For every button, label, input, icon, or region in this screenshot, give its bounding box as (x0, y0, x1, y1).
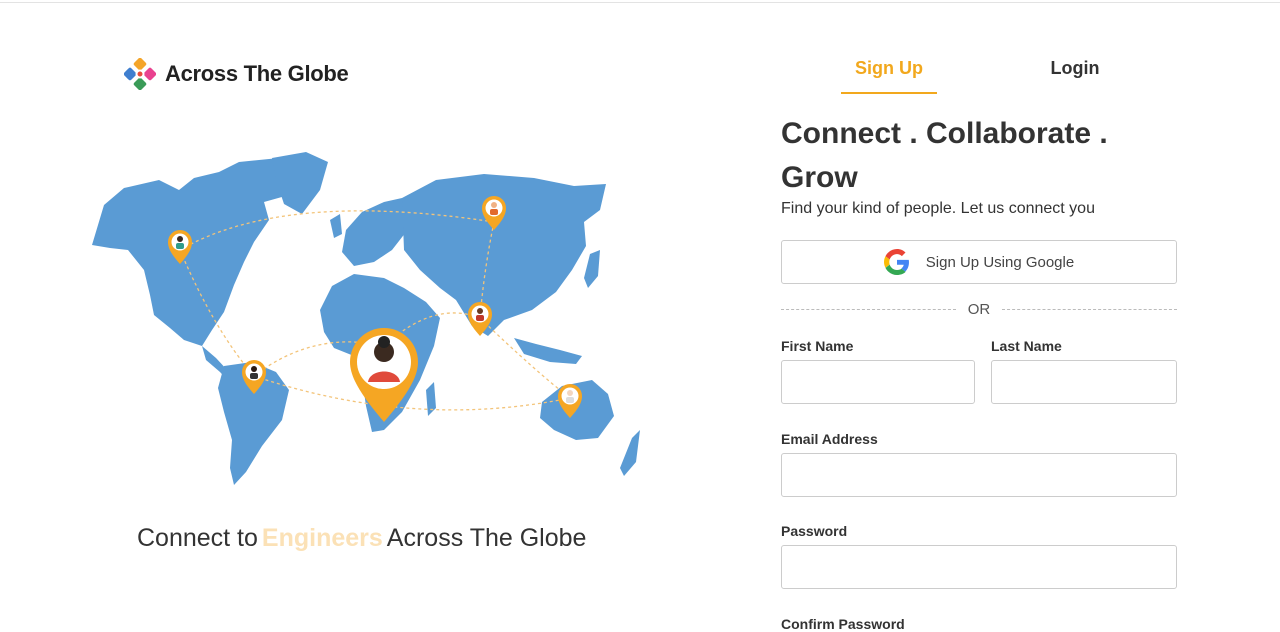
google-signup-label: Sign Up Using Google (925, 253, 1075, 271)
auth-tabs: Sign Up Login (781, 52, 1177, 94)
first-name-label: First Name (781, 338, 854, 354)
last-name-label: Last Name (991, 338, 1062, 354)
last-name-field[interactable] (991, 360, 1177, 404)
or-line-left (781, 308, 956, 310)
brand-name: Across The Globe (165, 61, 349, 86)
tagline-prefix: Connect to (137, 524, 258, 552)
email-label: Email Address (781, 431, 878, 447)
password-field[interactable] (781, 545, 1177, 589)
or-divider: OR (781, 298, 1177, 320)
tagline-suffix: Across The Globe (386, 524, 587, 552)
page-title: Connect . Collaborate . Grow (781, 117, 1108, 194)
world-map-illustration (92, 152, 640, 485)
tab-sign-up[interactable]: Sign Up (841, 52, 937, 94)
map-continents (92, 152, 640, 485)
confirm-password-label: Confirm Password (781, 616, 905, 632)
tab-login[interactable]: Login (1027, 52, 1123, 94)
first-name-field[interactable] (781, 360, 975, 404)
email-field[interactable] (781, 453, 1177, 497)
top-divider (0, 2, 1280, 3)
page-subtitle: Find your kind of people. Let us connect… (781, 200, 1095, 217)
or-label: OR (967, 300, 991, 318)
google-icon (883, 249, 909, 275)
hero-tagline: Connect to Engineers Across The Globe (137, 524, 586, 553)
tagline-highlight: Engineers (261, 524, 383, 552)
password-label: Password (781, 523, 848, 539)
or-line-right (1002, 308, 1177, 310)
google-signup-button[interactable]: Sign Up Using Google (781, 240, 1177, 284)
brand-logo-icon (124, 58, 156, 90)
brand[interactable]: Across The Globe (124, 58, 349, 90)
